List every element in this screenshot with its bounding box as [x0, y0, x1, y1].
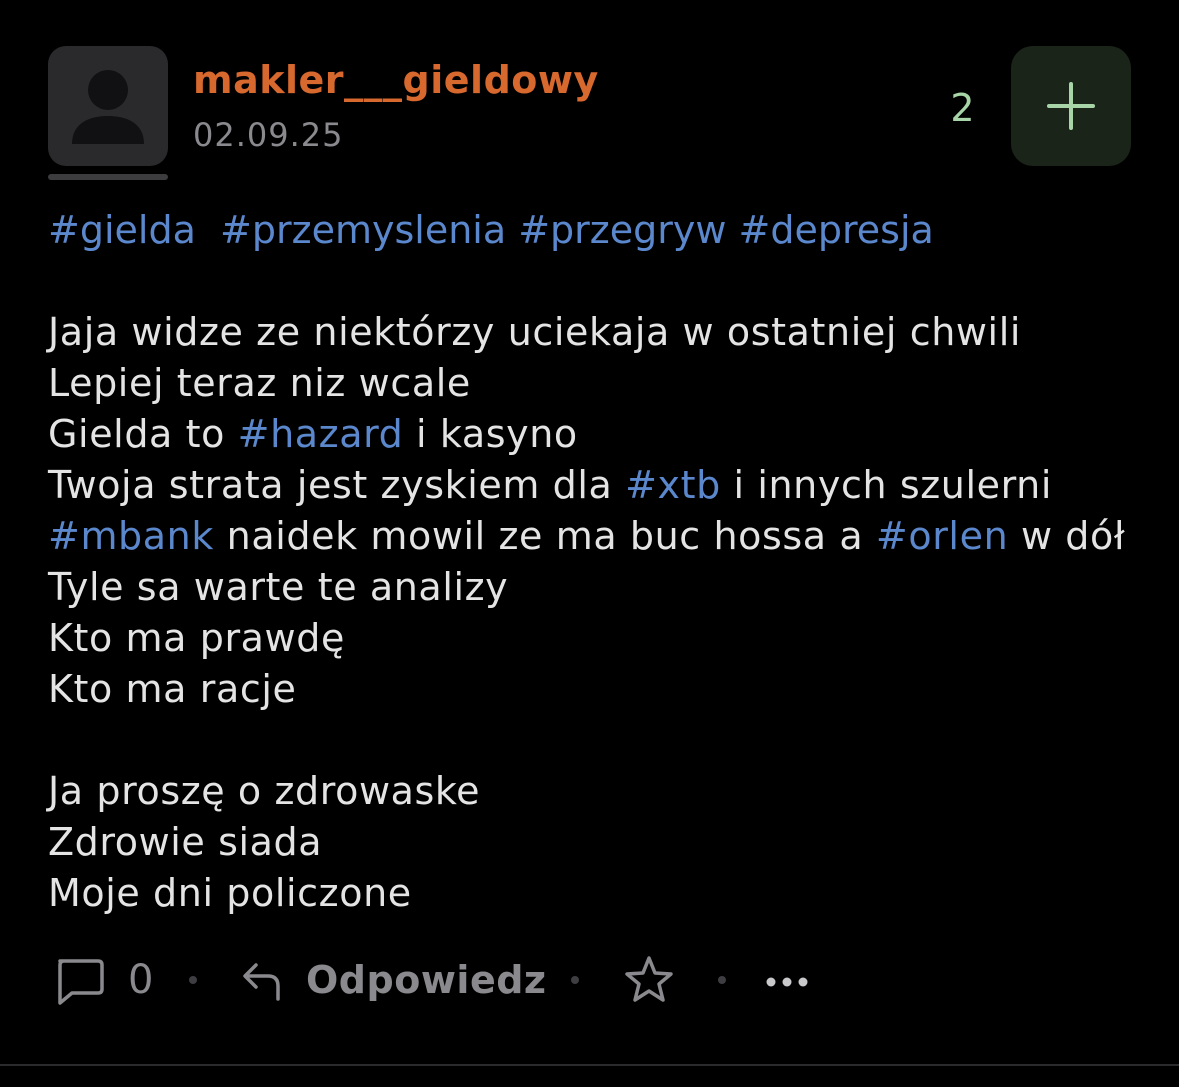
separator-dot: [571, 976, 579, 984]
hashtag[interactable]: #przemyslenia: [220, 208, 506, 252]
plus-icon: [1047, 82, 1095, 130]
more-options-button[interactable]: [764, 950, 810, 1010]
post-actions-bar: 0 Odpowiedz: [48, 950, 948, 1010]
comment-count: 0: [128, 957, 154, 1003]
body-line: Gielda to #hazard i kasyno: [48, 409, 1125, 460]
body-text-segment: i kasyno: [403, 412, 578, 456]
body-text-segment: w dół: [1008, 514, 1126, 558]
user-silhouette-icon: [72, 70, 144, 144]
post-divider: [0, 1064, 1179, 1066]
body-line: #mbank naidek mowil ze ma buc hossa a #o…: [48, 511, 1125, 562]
body-text-segment: i innych szulerni: [720, 463, 1052, 507]
comment-button[interactable]: 0: [52, 950, 153, 1010]
author-username[interactable]: makler___gieldowy: [193, 58, 599, 102]
avatar-indicator-bar: [48, 174, 168, 180]
upvote-plus-button[interactable]: [1011, 46, 1131, 166]
separator-dot: [189, 976, 197, 984]
hashtag-inline[interactable]: #orlen: [876, 514, 1008, 558]
avatar-container: [48, 46, 168, 180]
hashtag-inline[interactable]: #hazard: [238, 412, 404, 456]
body-line: Ja proszę o zdrowaske: [48, 769, 481, 813]
body-text-segment: naidek mowil ze ma buc hossa a: [213, 514, 876, 558]
star-icon: [625, 956, 673, 1002]
post-body: Jaja widze ze niektórzy uciekaja w ostat…: [48, 307, 1125, 919]
body-line: Zdrowie siada: [48, 820, 323, 864]
avatar[interactable]: [48, 46, 168, 166]
comment-bubble-icon: [58, 959, 104, 1005]
hashtag-list: #gielda #przemyslenia #przegryw #depresj…: [48, 205, 934, 256]
reply-arrow-icon: [243, 963, 280, 1001]
favorite-button[interactable]: [622, 950, 676, 1010]
body-line: Jaja widze ze niektórzy uciekaja w ostat…: [48, 310, 1022, 354]
post-card: makler___gieldowy 02.09.25 2 #gielda #pr…: [0, 0, 1179, 1064]
body-line: Kto ma prawdę: [48, 616, 345, 660]
body-line: Lepiej teraz niz wcale: [48, 361, 471, 405]
hashtag[interactable]: #przegryw: [518, 208, 726, 252]
hashtag-inline[interactable]: #mbank: [48, 514, 214, 558]
reply-label: Odpowiedz: [306, 958, 547, 1002]
post-date: 02.09.25: [193, 116, 344, 154]
body-line: Kto ma racje: [48, 667, 297, 711]
separator-dot: [718, 976, 726, 984]
body-line: Twoja strata jest zyskiem dla #xtb i inn…: [48, 460, 1125, 511]
more-dots-icon: [766, 977, 808, 987]
vote-count: 2: [950, 86, 975, 130]
body-text-segment: Gielda to: [48, 412, 238, 456]
reply-button[interactable]: Odpowiedz: [240, 950, 547, 1010]
hashtag[interactable]: #depresja: [739, 208, 934, 252]
body-line: Tyle sa warte te analizy: [48, 565, 509, 609]
hashtag-inline[interactable]: #xtb: [625, 463, 721, 507]
body-line: Moje dni policzone: [48, 871, 412, 915]
body-text-segment: Twoja strata jest zyskiem dla: [48, 463, 626, 507]
hashtag[interactable]: #gielda: [48, 208, 196, 252]
